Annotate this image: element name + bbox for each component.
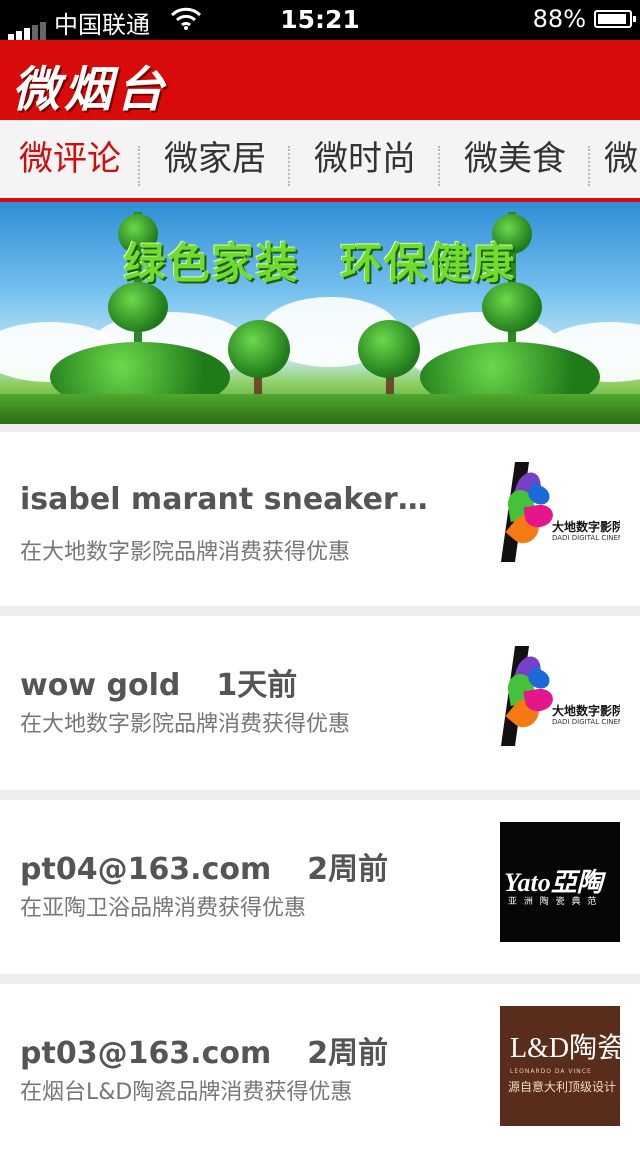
app-title: 微烟台 — [12, 62, 169, 118]
dadi-cinema-logo: 大地数字影院 DADI DIGITAL CINEMA — [500, 462, 620, 582]
tab-label: 微家居 — [164, 139, 266, 179]
ld-ceramics-logo: L&D陶瓷 LEONARDO DA VINCE 源自意大利顶级设计 — [500, 1006, 620, 1126]
tab-label: 微时尚 — [314, 139, 416, 179]
list-item[interactable]: pt04@163.com 2周前 在亚陶卫浴品牌消费获得优惠 Yato亞陶 亚 洲… — [0, 800, 640, 974]
promo-banner[interactable]: 绿色家装 环保健康 — [0, 202, 640, 424]
tab-label: 微美食 — [464, 139, 566, 179]
item-subtitle: 在烟台L&D陶瓷品牌消费获得优惠 — [20, 1080, 353, 1105]
logo-name: L&D陶瓷 — [510, 1033, 620, 1064]
item-author: isabel marant sneaker — [20, 482, 398, 517]
battery-icon — [594, 10, 636, 28]
banner-grass — [0, 394, 640, 424]
list-item[interactable]: isabel marant sneaker 13... 在大地数字影院品牌消费获得… — [0, 432, 640, 606]
banner-text-left: 绿色家装 — [123, 239, 300, 288]
item-title: pt04@163.com 2周前 — [20, 844, 460, 888]
logo-sub: 亚 洲 陶 瓷 典 范 — [508, 897, 599, 907]
item-author: wow gold — [20, 668, 181, 703]
item-time: 2周前 — [307, 852, 389, 887]
logo-small: LEONARDO DA VINCE — [510, 1068, 592, 1075]
tab-partial[interactable]: 微 — [590, 120, 640, 198]
item-subtitle: 在大地数字影院品牌消费获得优惠 — [20, 540, 351, 565]
status-bar: 中国联通 15:21 88% — [0, 0, 640, 40]
yato-logo: Yato亞陶 亚 洲 陶 瓷 典 范 — [500, 822, 620, 942]
logo-sub: DADI DIGITAL CINEMA — [552, 534, 620, 542]
logo-sub: DADI DIGITAL CINEMA — [552, 718, 620, 726]
item-time: 2周前 — [307, 1036, 389, 1071]
list-item[interactable]: pt03@163.com 2周前 在烟台L&D陶瓷品牌消费获得优惠 L&D陶瓷 L… — [0, 984, 640, 1158]
dadi-cinema-logo: 大地数字影院 DADI DIGITAL CINEMA — [500, 646, 620, 766]
item-title: isabel marant sneaker 13... — [20, 482, 460, 517]
tab-weijiaju[interactable]: 微家居 — [140, 120, 290, 198]
battery-percent: 88% — [532, 5, 586, 33]
tab-weipinglun[interactable]: 微评论 — [0, 120, 140, 198]
banner-text-right: 环保健康 — [340, 239, 517, 288]
item-subtitle: 在大地数字影院品牌消费获得优惠 — [20, 712, 351, 737]
item-time: 13... — [433, 482, 460, 517]
app-header: 微烟台 — [0, 40, 640, 120]
item-title: wow gold 1天前 — [20, 660, 460, 704]
logo-sub: 源自意大利顶级设计 — [508, 1080, 617, 1094]
item-title: pt03@163.com 2周前 — [20, 1028, 460, 1072]
tab-label: 微评论 — [19, 139, 121, 179]
item-author: pt03@163.com — [20, 1036, 272, 1071]
item-author: pt04@163.com — [20, 852, 272, 887]
tab-weishishang[interactable]: 微时尚 — [290, 120, 440, 198]
logo-name: 大地数字影院 — [552, 704, 620, 718]
item-time: 1天前 — [216, 668, 298, 703]
list-item[interactable]: wow gold 1天前 在大地数字影院品牌消费获得优惠 大地数字影院 DADI … — [0, 616, 640, 790]
tab-weimeishi[interactable]: 微美食 — [440, 120, 590, 198]
category-tabs: 微评论 微家居 微时尚 微美食 微 — [0, 120, 640, 202]
tab-label: 微 — [604, 139, 638, 179]
banner-headline: 绿色家装 环保健康 — [0, 230, 640, 291]
logo-name: 大地数字影院 — [552, 520, 620, 534]
item-subtitle: 在亚陶卫浴品牌消费获得优惠 — [20, 896, 307, 921]
